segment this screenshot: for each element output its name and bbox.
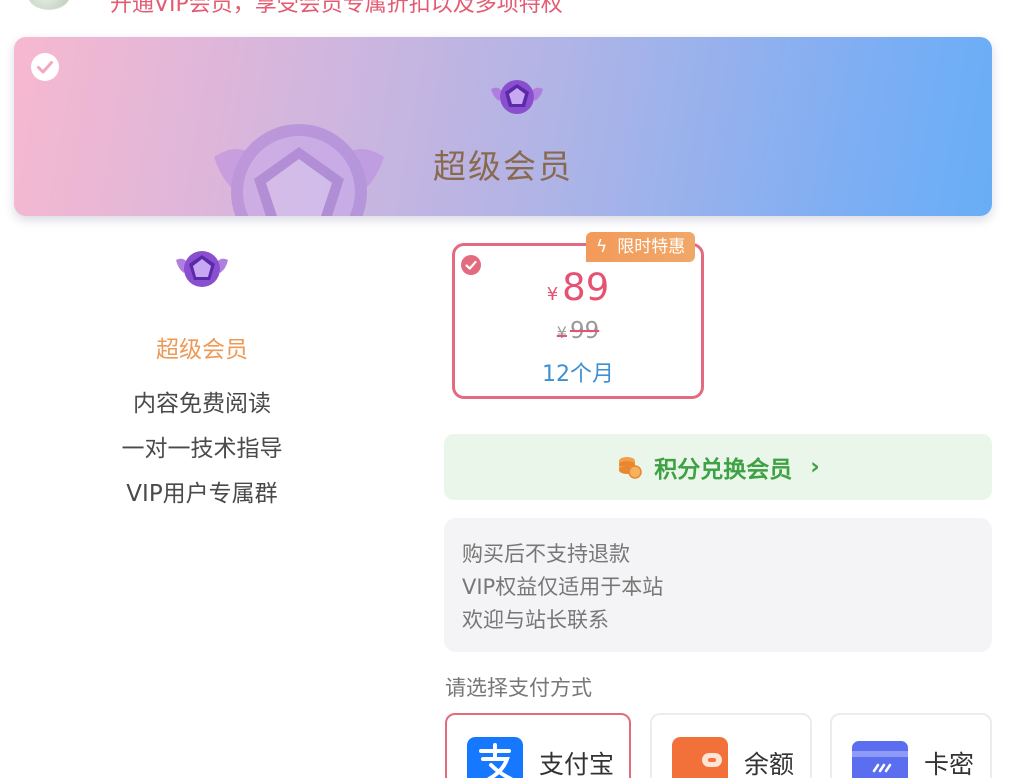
payment-option-card-key[interactable]: 卡密 (830, 713, 992, 778)
vip-badge-icon (176, 251, 228, 287)
vip-page: 开通VIP会员，享受会员专属折扣以及多项特权 超级会员 超级会员 内容免费阅读 … (0, 0, 1024, 778)
benefit-item: 内容免费阅读 (133, 391, 271, 417)
top-banner-text: 开通VIP会员，享受会员专属折扣以及多项特权 (110, 0, 563, 17)
top-banner: 开通VIP会员，享受会员专属折扣以及多项特权 (0, 0, 1024, 17)
purchase-notes: 购买后不支持退款 VIP权益仅适用于本站 欢迎与站长联系 (444, 518, 992, 652)
payment-option-label: 卡密 (924, 750, 975, 778)
original-price: ¥99 (455, 318, 701, 344)
alipay-icon (467, 737, 523, 778)
payment-option-label: 余额 (744, 750, 795, 778)
benefit-item: 一对一技术指导 (121, 436, 283, 462)
payment-option-balance[interactable]: 余额 (650, 713, 812, 778)
lightning-icon: ϟ (596, 237, 608, 257)
plan-period: 12个月 (542, 362, 614, 387)
price-value: 89 (562, 266, 610, 309)
currency-symbol: ¥ (546, 284, 559, 305)
points-exchange-label: 积分兑换会员 (654, 457, 793, 483)
plan-option-12-months[interactable]: ϟ 限时特惠 ¥89 ¥99 12个月 (452, 232, 704, 399)
promo-badge: ϟ 限时特惠 (586, 232, 696, 262)
membership-title: 超级会员 (433, 147, 573, 186)
note-item: 欢迎与站长联系 (462, 608, 609, 632)
wallet-icon (672, 737, 728, 778)
benefit-list: 内容免费阅读 一对一技术指导 VIP用户专属群 (0, 385, 404, 520)
promo-badge-label: 限时特惠 (617, 237, 686, 257)
points-exchange-button[interactable]: 积分兑换会员 › (444, 434, 992, 500)
current-price: ¥89 (455, 266, 701, 309)
chevron-right-icon: › (810, 454, 820, 480)
member-level-name: 超级会员 (156, 337, 248, 363)
card-icon (852, 741, 908, 778)
check-circle-icon (31, 53, 59, 81)
benefit-item: VIP用户专属群 (126, 481, 278, 507)
payment-method-label: 请选择支付方式 (445, 676, 592, 700)
note-item: VIP权益仅适用于本站 (462, 575, 664, 599)
original-price-value: 99 (569, 318, 600, 344)
payment-option-label: 支付宝 (539, 750, 615, 778)
note-item: 购买后不支持退款 (462, 542, 630, 566)
vip-badge-icon (491, 80, 543, 114)
coin-stack-icon (619, 457, 642, 479)
payment-option-alipay[interactable]: 支付宝 (445, 713, 631, 778)
currency-symbol: ¥ (556, 323, 567, 342)
membership-type-card[interactable]: 超级会员 (14, 37, 992, 216)
avatar (28, 0, 70, 10)
